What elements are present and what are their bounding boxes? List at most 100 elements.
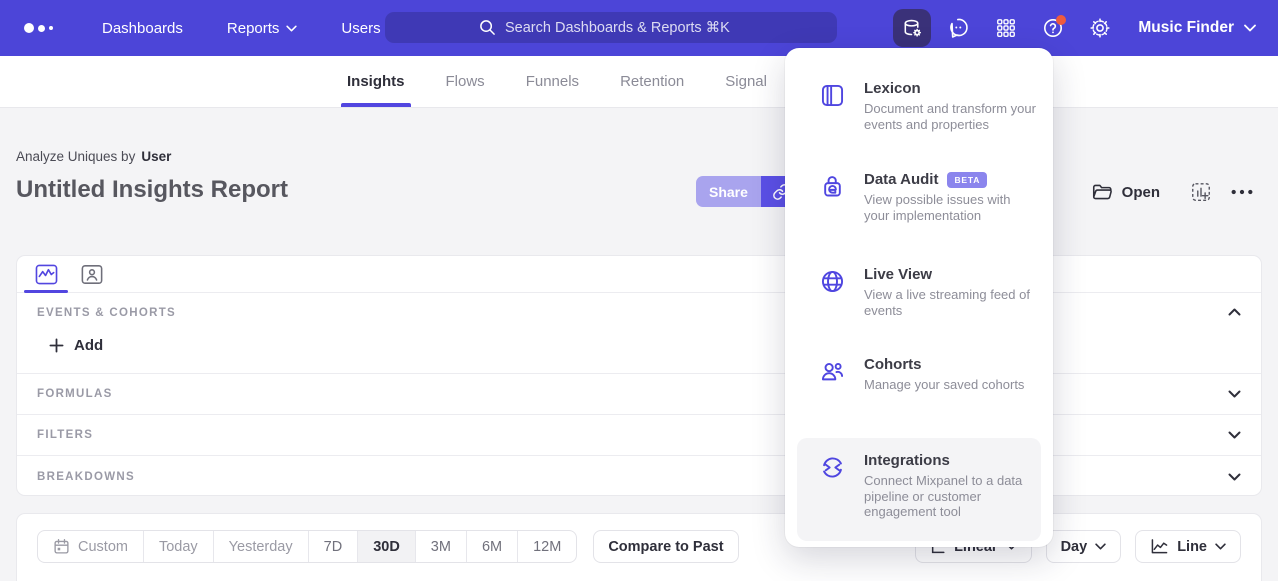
tab-flows[interactable]: Flows (446, 56, 485, 107)
chevron-down-icon (1095, 543, 1106, 550)
range-30d[interactable]: 30D (357, 531, 415, 562)
breakdowns-section-row[interactable]: BREAKDOWNS (17, 456, 1261, 497)
menu-item-description: Connect Mixpanel to a data pipeline or c… (864, 473, 1035, 520)
tab-signal[interactable]: Signal (725, 56, 767, 107)
help-icon[interactable] (1034, 9, 1072, 47)
search-input[interactable] (505, 20, 743, 36)
page-title[interactable]: Untitled Insights Report (16, 176, 288, 204)
range-yesterday[interactable]: Yesterday (213, 531, 308, 562)
calendar-icon (53, 538, 70, 555)
cohorts-users-icon (819, 356, 847, 390)
menu-item-description: Manage your saved cohorts (864, 377, 1024, 393)
expand-filters-chevron[interactable] (1228, 431, 1241, 439)
line-chart-icon (1150, 538, 1169, 555)
search-icon (479, 19, 496, 36)
apps-grid-icon[interactable] (987, 9, 1025, 47)
tab-retention[interactable]: Retention (620, 56, 684, 107)
open-report-button[interactable]: Open (1092, 183, 1160, 201)
tab-insights[interactable]: Insights (347, 56, 405, 107)
mixpanel-logo[interactable] (24, 23, 68, 33)
analyze-breadcrumb: Analyze Uniques by User (16, 149, 171, 164)
menu-item-title: Data Audit (864, 171, 938, 188)
report-actions: New Open (1019, 177, 1254, 207)
range-today[interactable]: Today (143, 531, 213, 562)
events-cohorts-label: EVENTS & COHORTS (37, 307, 176, 319)
beta-badge: BETA (947, 172, 987, 188)
feedback-chat-icon[interactable] (940, 9, 978, 47)
menu-item-cohorts[interactable]: Cohorts Manage your saved cohorts (785, 350, 1053, 438)
range-3m[interactable]: 3M (415, 531, 466, 562)
menu-item-title: Live View (864, 266, 932, 283)
nav-dashboards[interactable]: Dashboards (102, 20, 183, 37)
project-switcher[interactable]: Music Finder (1138, 19, 1256, 37)
menu-item-data-audit[interactable]: Data Audit BETA View possible issues wit… (785, 165, 1053, 260)
nav-dashboards-label: Dashboards (102, 20, 183, 37)
query-builder-panel: EVENTS & COHORTS Add FORMULAS FILTERS BR… (16, 255, 1262, 496)
share-button[interactable]: Share (696, 176, 761, 207)
formulas-label: FORMULAS (37, 388, 113, 400)
events-view-tab[interactable] (33, 262, 59, 286)
builder-view-tabs (17, 256, 1261, 293)
nav-users-label: Users (341, 20, 380, 37)
open-label: Open (1122, 184, 1160, 201)
breakdowns-label: BREAKDOWNS (37, 471, 135, 483)
collapse-events-chevron[interactable] (1228, 303, 1241, 321)
global-search[interactable] (385, 12, 837, 43)
lexicon-book-icon (819, 80, 847, 114)
chart-tab-icon (35, 264, 58, 285)
data-management-icon[interactable] (893, 9, 931, 47)
menu-item-description: View a live streaming feed of events (864, 287, 1036, 318)
nav-reports[interactable]: Reports (227, 20, 298, 37)
project-name: Music Finder (1138, 19, 1234, 37)
nav-users[interactable]: Users (341, 20, 380, 37)
formulas-section-row[interactable]: FORMULAS (17, 374, 1261, 415)
menu-item-lexicon[interactable]: Lexicon Document and transform your even… (785, 74, 1053, 165)
add-to-dashboard-icon[interactable] (1190, 181, 1212, 203)
nav-reports-label: Reports (227, 20, 280, 37)
menu-item-description: View possible issues with your implement… (864, 192, 1036, 223)
profiles-view-tab[interactable] (79, 262, 105, 286)
analyze-value[interactable]: User (141, 149, 171, 164)
menu-item-title: Cohorts (864, 356, 922, 373)
integrations-sync-icon (819, 452, 847, 486)
filters-label: FILTERS (37, 429, 93, 441)
chevron-down-icon (1215, 543, 1226, 550)
filters-section-row[interactable]: FILTERS (17, 415, 1261, 456)
interval-dropdown[interactable]: Day (1046, 530, 1122, 563)
data-audit-lock-icon (819, 171, 847, 205)
menu-item-live-view[interactable]: Live View View a live streaming feed of … (785, 260, 1053, 350)
data-management-menu: Lexicon Document and transform your even… (785, 48, 1053, 547)
report-type-tabs: Insights Flows Funnels Retention Signal … (0, 56, 1278, 108)
top-navigation-bar: Dashboards Reports Users (0, 0, 1278, 56)
folder-icon (1092, 183, 1113, 201)
range-12m[interactable]: 12M (517, 531, 576, 562)
menu-item-title: Lexicon (864, 80, 921, 97)
settings-gear-icon[interactable] (1081, 9, 1119, 47)
menu-item-integrations[interactable]: Integrations Connect Mixpanel to a data … (797, 438, 1041, 541)
tab-funnels[interactable]: Funnels (526, 56, 579, 107)
range-7d[interactable]: 7D (308, 531, 358, 562)
range-custom[interactable]: Custom (38, 531, 143, 562)
chart-type-label: Line (1177, 539, 1207, 555)
range-custom-label: Custom (78, 539, 128, 555)
menu-item-description: Document and transform your events and p… (864, 101, 1036, 132)
chevron-down-icon (1244, 24, 1256, 32)
plus-icon (49, 338, 64, 353)
live-view-globe-icon (819, 266, 847, 300)
profile-tab-icon (81, 264, 103, 285)
expand-formulas-chevron[interactable] (1228, 390, 1241, 398)
add-event-button[interactable]: Add (49, 337, 103, 354)
menu-item-title: Integrations (864, 452, 950, 469)
analyze-prefix: Analyze Uniques by (16, 149, 135, 164)
interval-label: Day (1061, 539, 1088, 555)
date-range-segmented-control: Custom Today Yesterday 7D 30D 3M 6M 12M (37, 530, 577, 563)
mixpanel-app: Dashboards Reports Users (0, 0, 1278, 581)
chevron-down-icon (286, 25, 297, 32)
range-6m[interactable]: 6M (466, 531, 517, 562)
events-cohorts-section: EVENTS & COHORTS Add (17, 293, 1261, 374)
expand-breakdowns-chevron[interactable] (1228, 473, 1241, 481)
add-label: Add (74, 337, 103, 354)
compare-to-past-button[interactable]: Compare to Past (593, 530, 738, 563)
more-options-icon[interactable] (1230, 187, 1254, 197)
chart-type-dropdown[interactable]: Line (1135, 530, 1241, 563)
